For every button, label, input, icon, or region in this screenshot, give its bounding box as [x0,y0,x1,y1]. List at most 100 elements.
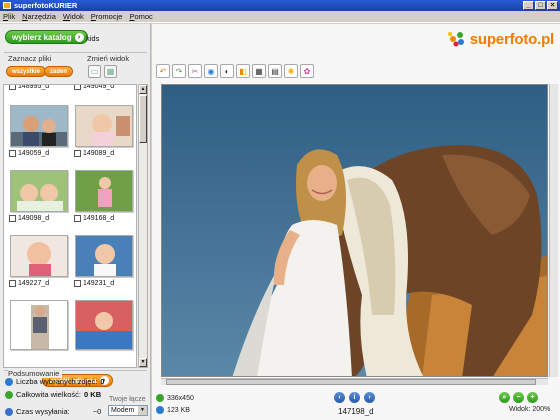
thumbnail-item[interactable]: 149059_d [7,105,71,157]
thumbnail-item[interactable]: 149231_d [72,235,136,287]
logo-text: superfoto.pl [469,30,554,48]
next-photo-button[interactable]: › [364,392,375,403]
film-strip-icon[interactable]: ▦ [252,64,266,78]
dimensions-row: 336x450 [156,394,194,402]
change-view-label: Zmień widok [87,54,130,63]
thumbnail-item[interactable]: 149227_d [7,235,71,287]
thumbnail-image[interactable] [10,235,68,277]
thumbnail-checkbox[interactable] [9,215,16,222]
thumbnail-image[interactable] [75,105,133,147]
preview-panel: superfoto.pl ↶ ↷ ✂ ◉ ◐ ◧ ▦ ▤ ✺ ✿ 336x450… [152,24,560,420]
thumbnail-checkbox[interactable] [74,215,81,222]
selected-count-row: Liczba wybranych zdjęć: 0 [5,377,104,386]
scroll-down-icon[interactable]: ▼ [139,358,147,367]
thumbnail-item[interactable]: 149098_d [7,170,71,222]
thumbnail-label: 149049_d [83,84,115,90]
color-balance-icon[interactable]: ✿ [300,64,314,78]
thumbnail-image[interactable] [10,300,68,350]
thumbnail-image[interactable] [10,170,68,212]
image-size-icon [156,394,164,402]
info-button[interactable]: i [349,392,360,403]
thumbnail-checkbox[interactable] [9,150,16,157]
filesize-row: 123 KB [156,406,190,414]
connection-value: Modem [111,407,135,414]
film-strip-2-icon[interactable]: ▤ [268,64,282,78]
thumbnail-item[interactable]: 149049_d [72,84,136,90]
brightness-icon[interactable]: ✺ [284,64,298,78]
zoom-controls: ⌕ − + [499,392,538,403]
thumbnail-label: 149059_d [18,150,50,157]
image-dimensions: 336x450 [167,394,194,402]
thumbnail-image[interactable] [10,105,68,147]
thumbnail-checkbox[interactable] [9,280,16,287]
maximize-button[interactable]: □ [535,1,546,10]
view-thumbnails-icon[interactable]: ▭ [88,65,101,78]
minimize-button[interactable]: _ [523,1,534,10]
thumbnail-item[interactable]: 149089_d [72,105,136,157]
send-time-value: ~0 [92,407,102,416]
menu-tools[interactable]: Narzędzia [22,12,56,21]
zoom-fit-icon[interactable]: ⌕ [499,392,510,403]
rotate-left-icon[interactable]: ↶ [156,64,170,78]
thumbnail-label: 149168_d [83,215,115,222]
red-eye-icon[interactable]: ◉ [204,64,218,78]
zoom-out-button[interactable]: − [513,392,524,403]
scroll-thumb[interactable] [139,95,147,143]
select-none-button[interactable]: żaden [44,66,74,77]
navigation-buttons: ‹ i › [334,392,375,403]
connection-select[interactable]: Modem ▼ [108,405,148,416]
app-icon [3,2,11,9]
thumbnail-checkbox[interactable] [74,150,81,157]
arrow-right-icon: › [74,32,84,42]
thumbnail-image[interactable] [75,235,133,277]
thumbnail-scrollbar[interactable]: ▲ ▼ [138,84,148,368]
connection-label: Twoje łącze [109,396,146,403]
select-files-label: Zaznacz pliki [8,54,52,63]
menu-view[interactable]: Widok [63,12,84,21]
select-all-button[interactable]: wszystkie [6,66,47,77]
thumbnail-item[interactable]: 148995_d [7,85,71,90]
total-size-value: 0 KB [84,390,102,399]
title-bar: superfotoKURIER _ □ × [0,0,560,11]
zoom-level: Widok: 200% [509,406,551,413]
view-grid-icon[interactable]: ▦ [104,65,117,78]
thumbnail-checkbox[interactable] [74,280,81,287]
choose-catalog-button[interactable]: wybierz katalog › [5,30,88,44]
chevron-down-icon: ▼ [138,406,147,415]
menu-file[interactable]: Plik [3,12,15,21]
logo-flower-icon [447,32,464,47]
contrast-icon[interactable]: ◐ [220,64,234,78]
menu-help[interactable]: Pomoc [129,12,152,21]
thumbnail-item[interactable] [7,300,71,350]
zoom-in-button[interactable]: + [527,392,538,403]
photo-horizontal-scrollbar[interactable] [161,378,548,385]
scroll-thumb[interactable] [166,379,536,385]
main-photo[interactable] [161,84,548,377]
select-none-label: żaden [50,68,68,75]
disk-icon [156,406,164,414]
rotate-right-icon[interactable]: ↷ [172,64,186,78]
thumbnail-checkbox[interactable] [9,85,16,90]
close-button[interactable]: × [547,1,558,10]
disk-icon [5,390,13,399]
crop-icon[interactable]: ✂ [188,64,202,78]
previous-photo-button[interactable]: ‹ [334,392,345,403]
menu-promotions[interactable]: Promocje [91,12,123,21]
menu-bar: Plik Narzędzia Widok Promocje Pomoc [0,11,560,23]
photo-filename: 147198_d [338,407,374,416]
photo-vertical-scrollbar[interactable] [549,84,558,377]
scroll-up-icon[interactable]: ▲ [139,85,147,94]
sepia-icon[interactable]: ◧ [236,64,250,78]
select-all-label: wszystkie [12,68,41,75]
thumbnail-image[interactable] [75,170,133,212]
send-time-label: Czas wysyłania: [16,407,70,416]
thumbnail-checkbox[interactable] [74,85,81,90]
image-filesize: 123 KB [167,406,190,414]
thumbnail-item[interactable]: 149168_d [72,170,136,222]
window-title: superfotoKURIER [14,1,78,10]
total-size-row: Całkowita wielkość: 0 KB [5,390,101,399]
thumbnail-image[interactable] [75,300,133,350]
thumbnail-item[interactable] [72,300,136,350]
divider [4,52,147,53]
send-time-row: Czas wysyłania: ~0 [5,407,101,416]
